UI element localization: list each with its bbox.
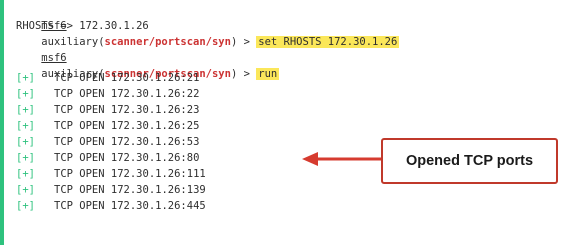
result-text: TCP OPEN 172.30.1.26:21 bbox=[54, 72, 200, 84]
command-run: run bbox=[256, 68, 280, 80]
result-line: [+] TCP OPEN 172.30.1.26:139 bbox=[16, 182, 206, 198]
result-text: TCP OPEN 172.30.1.26:25 bbox=[54, 120, 200, 132]
result-text: TCP OPEN 172.30.1.26:22 bbox=[54, 88, 200, 100]
prompt-line-1: msf6 auxiliary(scanner/portscan/syn) > s… bbox=[16, 2, 400, 48]
result-line: [+] TCP OPEN 172.30.1.26:80 bbox=[16, 150, 199, 166]
result-text: TCP OPEN 172.30.1.26:80 bbox=[54, 152, 200, 164]
prompt-symbol: > bbox=[237, 68, 257, 80]
success-marker: [+] bbox=[16, 168, 35, 180]
prompt-user: msf6 bbox=[41, 52, 67, 64]
terminal-window[interactable]: msf6 auxiliary(scanner/portscan/syn) > s… bbox=[0, 0, 577, 245]
result-line: [+] TCP OPEN 172.30.1.26:22 bbox=[16, 86, 199, 102]
success-marker: [+] bbox=[16, 72, 35, 84]
result-line: [+] TCP OPEN 172.30.1.26:111 bbox=[16, 166, 206, 182]
success-marker: [+] bbox=[16, 184, 35, 196]
result-line: [+] TCP OPEN 172.30.1.26:53 bbox=[16, 134, 199, 150]
left-arrow-icon bbox=[302, 152, 382, 166]
result-line: [+] TCP OPEN 172.30.1.26:23 bbox=[16, 102, 199, 118]
result-text: TCP OPEN 172.30.1.26:445 bbox=[54, 200, 206, 212]
success-marker: [+] bbox=[16, 200, 35, 212]
success-marker: [+] bbox=[16, 152, 35, 164]
result-line: [+] TCP OPEN 172.30.1.26:445 bbox=[16, 198, 206, 214]
result-line: [+] TCP OPEN 172.30.1.26:21 bbox=[16, 70, 199, 86]
result-line: [+] TCP OPEN 172.30.1.26:25 bbox=[16, 118, 199, 134]
set-output-line: RHOSTS => 172.30.1.26 bbox=[16, 20, 149, 32]
prompt-line-2: msf6 auxiliary(scanner/portscan/syn) > r… bbox=[16, 34, 280, 80]
result-text: TCP OPEN 172.30.1.26:23 bbox=[54, 104, 200, 116]
success-marker: [+] bbox=[16, 136, 35, 148]
success-marker: [+] bbox=[16, 104, 35, 116]
annotation-callout: Opened TCP ports bbox=[381, 138, 558, 184]
success-marker: [+] bbox=[16, 88, 35, 100]
result-text: TCP OPEN 172.30.1.26:139 bbox=[54, 184, 206, 196]
result-text: TCP OPEN 172.30.1.26:111 bbox=[54, 168, 206, 180]
result-text: TCP OPEN 172.30.1.26:53 bbox=[54, 136, 200, 148]
success-marker: [+] bbox=[16, 120, 35, 132]
